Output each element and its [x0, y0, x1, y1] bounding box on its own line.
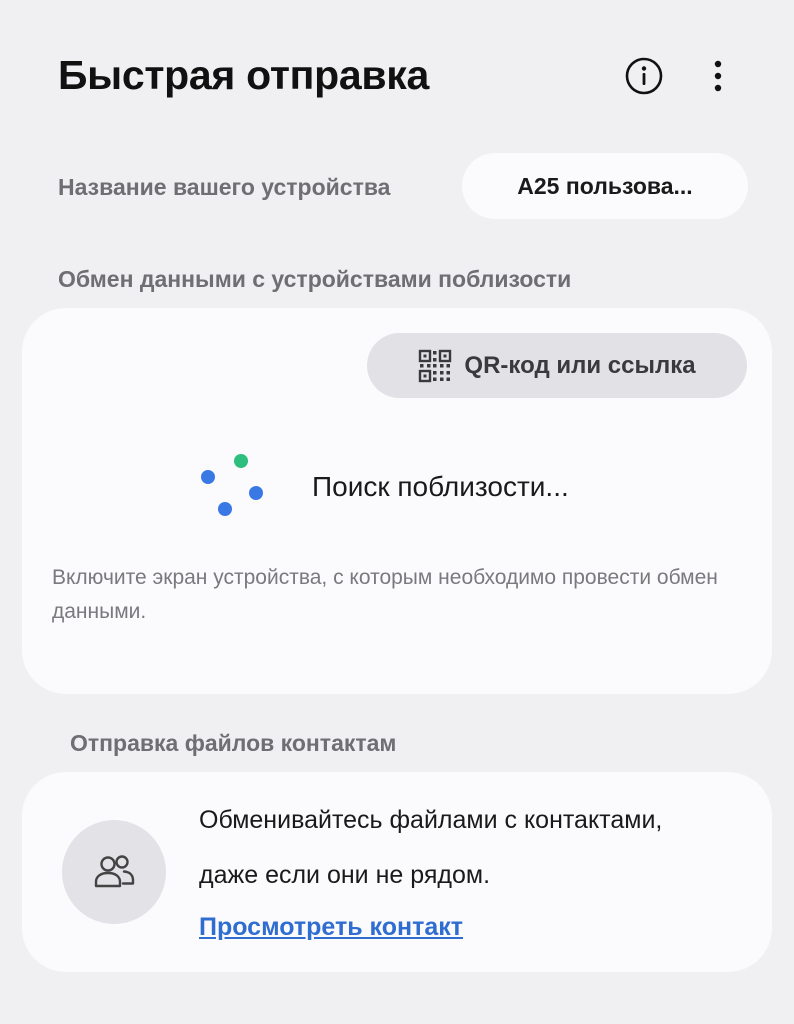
info-button[interactable] [620, 52, 668, 100]
contacts-description-line1: Обменивайтесь файлами с контактами, [199, 806, 663, 834]
view-contact-link[interactable]: Просмотреть контакт [199, 913, 463, 942]
page-title: Быстрая отправка [58, 52, 429, 98]
contacts-share-card: Обменивайтесь файлами с контактами, даже… [22, 772, 772, 972]
more-vertical-icon [714, 60, 722, 92]
contacts-avatar [62, 820, 166, 924]
qr-code-or-link-button[interactable]: QR-код или ссылка [367, 333, 747, 398]
device-name-label: Название вашего устройства [58, 174, 391, 200]
spinner-dot [201, 470, 215, 484]
searching-status: Поиск поблизости... [312, 471, 569, 502]
spinner-dot [234, 454, 248, 468]
qr-code-icon [418, 349, 452, 383]
spinner-dot [218, 502, 232, 516]
qr-code-button-label: QR-код или ссылка [464, 351, 696, 379]
people-icon [94, 855, 135, 888]
searching-spinner [198, 454, 268, 522]
nearby-section-header: Обмен данными с устройствами поблизости [58, 266, 572, 292]
more-options-button[interactable] [694, 52, 742, 100]
spinner-dot [249, 486, 263, 500]
info-circle-icon [625, 57, 663, 95]
contacts-description-line2: даже если они не рядом. [199, 861, 491, 889]
nearby-share-card: QR-код или ссылка Поиск поблизости... Вк… [22, 308, 772, 694]
nearby-hint-text: Включите экран устройства, с которым нео… [52, 566, 718, 623]
device-name-button[interactable]: A25 пользова... [462, 153, 748, 219]
contacts-section-header: Отправка файлов контактам [70, 730, 397, 756]
